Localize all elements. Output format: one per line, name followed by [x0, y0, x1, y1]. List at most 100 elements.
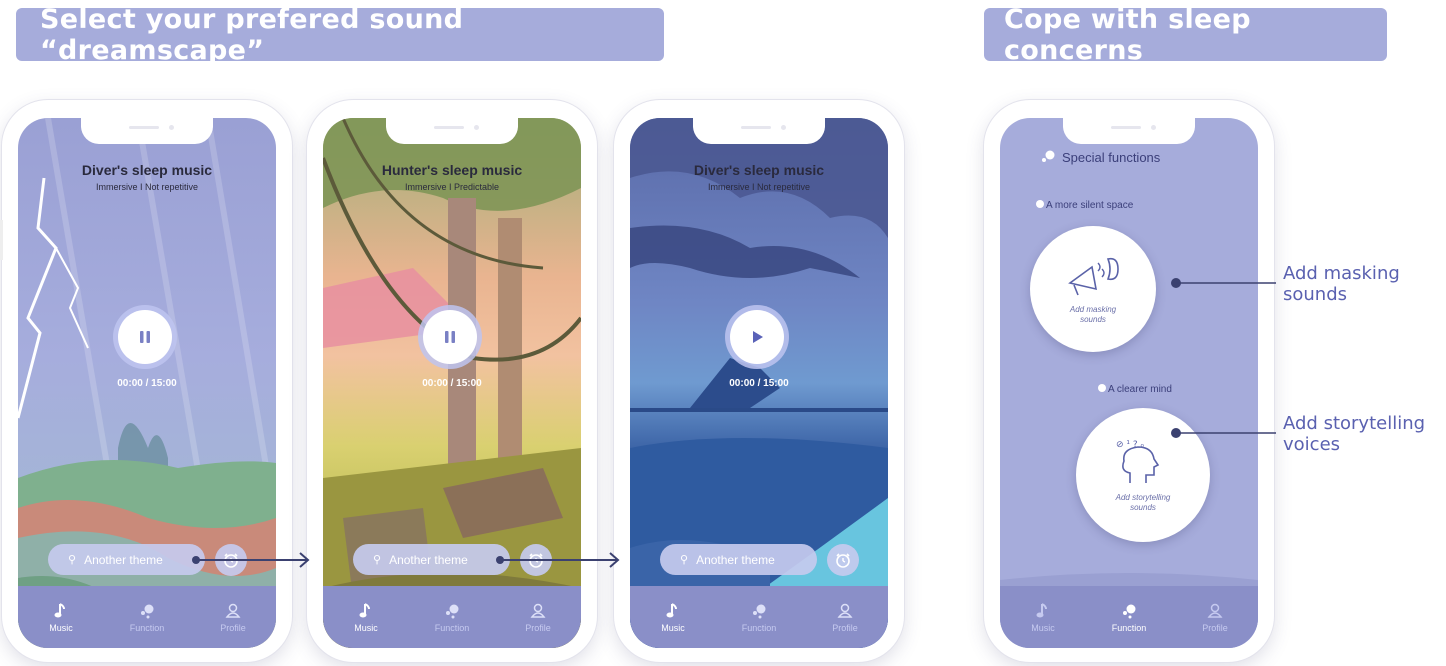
bottom-wave [1000, 573, 1258, 648]
nav-music[interactable]: Music [336, 602, 396, 633]
function-dots-icon [444, 602, 460, 620]
location-pin-icon: ⚲ [68, 554, 77, 566]
bottom-navbar: Music Function Profile [18, 586, 276, 648]
bottom-navbar: Music Function Profile [323, 586, 581, 648]
dreamscape-banner: Select your prefered sound “dreamscape” [16, 4, 664, 66]
section-clearer-mind: A clearer mind [1098, 384, 1172, 395]
alarm-button[interactable] [827, 544, 859, 576]
function-dots-icon [1121, 602, 1137, 620]
callout-line-storytelling [1171, 428, 1276, 438]
profile-icon [225, 602, 241, 620]
pause-button[interactable] [118, 310, 172, 364]
special-functions-label: Special functions [1062, 150, 1161, 165]
nav-profile[interactable]: Profile [815, 602, 875, 633]
bottom-navbar: Music Function Profile [630, 586, 888, 648]
megaphone-icon [1068, 257, 1119, 296]
dreamscape-banner-text: Select your prefered sound “dreamscape” [40, 3, 464, 66]
phone-special-functions: Special functions A more silent space Ad… [984, 100, 1274, 662]
nav-music-label: Music [49, 622, 73, 633]
another-theme-button[interactable]: ⚲ Another theme [353, 544, 510, 575]
track-subtitle: Immersive I Not repetitive [707, 182, 811, 192]
nav-profile-label: Profile [1202, 622, 1228, 633]
phone-diver-ocean: Diver's sleep music Immersive I Not repe… [614, 100, 904, 662]
nav-profile-label: Profile [832, 622, 858, 633]
another-theme-label: Another theme [389, 552, 468, 567]
another-theme-label: Another theme [84, 552, 163, 567]
nav-profile[interactable]: Profile [508, 602, 568, 633]
track-title: Hunter's sleep music [381, 162, 523, 178]
nav-function[interactable]: Function [1099, 602, 1159, 633]
nav-profile[interactable]: Profile [203, 602, 263, 633]
pause-icon [140, 331, 150, 343]
function-dots-icon [751, 602, 767, 620]
nav-music[interactable]: Music [643, 602, 703, 633]
add-storytelling-sounds-text: Add storytelling sounds [1115, 493, 1171, 512]
phone-screen: Diver's sleep music Immersive I Not repe… [630, 118, 888, 648]
another-theme-button[interactable]: ⚲ Another theme [660, 544, 817, 575]
nav-function-label: Function [129, 622, 165, 633]
add-masking-sounds-card[interactable]: Add masking sounds [1030, 226, 1156, 352]
track-title: Diver's sleep music [693, 162, 825, 178]
music-note-icon [1036, 602, 1050, 620]
function-dots-icon [139, 602, 155, 620]
location-pin-icon: ⚲ [373, 554, 382, 566]
nav-music[interactable]: Music [31, 602, 91, 633]
moon-icon [1036, 200, 1044, 208]
section-silent-space-label: A more silent space [1046, 200, 1134, 211]
another-theme-button[interactable]: ⚲ Another theme [48, 544, 205, 575]
phone-hunter-forest: Hunter's sleep music Immersive I Predict… [307, 100, 597, 662]
phone-notch [693, 118, 825, 144]
phone-notch [386, 118, 518, 144]
playback-time: 00:00 / 15:00 [117, 378, 177, 389]
special-functions-title: Special functions [1040, 150, 1160, 165]
section-silent-space: A more silent space [1036, 200, 1133, 211]
phone-diver-storm: Diver's sleep music Immersive I Not repe… [0, 100, 292, 662]
nav-music-label: Music [661, 622, 685, 633]
flow-arrow-1 [192, 552, 310, 568]
function-dots-icon [1042, 150, 1055, 162]
profile-icon [1207, 602, 1223, 620]
alarm-clock-icon [836, 553, 850, 568]
callout-line-masking [1171, 278, 1276, 288]
sleep-concerns-banner-text: Cope with sleep concerns [1004, 3, 1251, 66]
track-title: Diver's sleep music [81, 162, 213, 178]
track-subtitle: Immersive I Predictable [404, 182, 500, 192]
profile-icon [837, 602, 853, 620]
nav-function[interactable]: Function [422, 602, 482, 633]
phone-notch [1063, 118, 1195, 144]
moon-icon [1098, 384, 1106, 392]
bottom-navbar: Music Function Profile [1000, 586, 1258, 648]
callout-storytelling: Add storytelling voices [1283, 413, 1426, 455]
another-theme-label: Another theme [696, 552, 775, 567]
nav-function-label: Function [741, 622, 777, 633]
callout-masking: Add masking sounds [1283, 263, 1400, 305]
add-masking-sounds-text: Add masking sounds [1069, 305, 1117, 324]
music-note-icon [54, 602, 68, 620]
location-pin-icon: ⚲ [680, 554, 689, 566]
nav-profile[interactable]: Profile [1185, 602, 1245, 633]
section-clearer-mind-label: A clearer mind [1108, 384, 1172, 395]
profile-icon [530, 602, 546, 620]
nav-function-label: Function [434, 622, 470, 633]
music-note-icon [359, 602, 373, 620]
nav-profile-label: Profile [220, 622, 246, 633]
nav-profile-label: Profile [525, 622, 551, 633]
pause-button[interactable] [423, 310, 477, 364]
nav-function[interactable]: Function [729, 602, 789, 633]
playback-time: 00:00 / 15:00 [729, 378, 789, 389]
sleep-concerns-banner: Cope with sleep concerns [984, 4, 1387, 66]
pause-icon [445, 331, 455, 343]
nav-music[interactable]: Music [1013, 602, 1073, 633]
music-note-icon [666, 602, 680, 620]
thinking-head-icon: ⊘ ¹ ? ₒ [1116, 440, 1160, 483]
flow-arrow-2 [496, 552, 620, 568]
nav-function-label: Function [1111, 622, 1147, 633]
nav-music-label: Music [354, 622, 378, 633]
nav-music-label: Music [1031, 622, 1055, 633]
nav-function[interactable]: Function [117, 602, 177, 633]
playback-time: 00:00 / 15:00 [422, 378, 482, 389]
play-button[interactable] [730, 310, 784, 364]
phone-screen: Special functions A more silent space Ad… [1000, 118, 1258, 648]
track-subtitle: Immersive I Not repetitive [95, 182, 199, 192]
svg-text:⊘ ¹ ? ₒ: ⊘ ¹ ? ₒ [1116, 440, 1145, 450]
